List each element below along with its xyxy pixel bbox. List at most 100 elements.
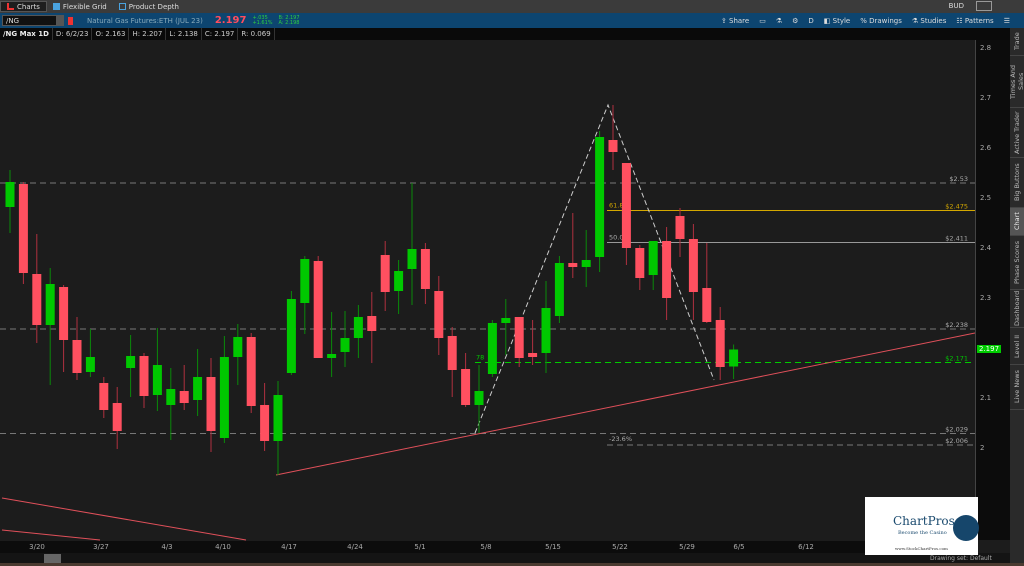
candle-body	[5, 182, 15, 207]
date-tick: 5/29	[679, 543, 695, 551]
logo-name: ChartPros	[893, 514, 955, 528]
candle-body	[621, 163, 631, 248]
candle-body	[340, 338, 350, 352]
candle-body	[434, 291, 444, 338]
scroll-thumb[interactable]	[44, 554, 61, 563]
candle-body	[487, 323, 497, 374]
candle-body	[72, 340, 82, 373]
candle-body	[595, 137, 605, 257]
candle-body	[273, 395, 283, 441]
candle-body	[126, 356, 136, 368]
candle-body	[474, 391, 484, 405]
candle-body	[233, 337, 243, 357]
menu-icon[interactable]: ☰	[1004, 17, 1010, 25]
date-tick: 4/10	[215, 543, 231, 551]
candle-body	[407, 249, 417, 269]
price-tick: 2	[980, 444, 985, 452]
side-tab-chart[interactable]: Chart	[1010, 208, 1024, 236]
price-tick: 2.3	[980, 294, 992, 302]
candle-body	[461, 369, 471, 405]
logo-chart-icon	[953, 515, 979, 541]
side-tab-times-and-sales[interactable]: Times And Sales	[1009, 56, 1024, 108]
level-label: $2.53	[949, 175, 968, 183]
candle-body	[662, 241, 672, 298]
chartpros-logo: ChartPros Become the Casino www.StockCha…	[865, 497, 979, 555]
chart-background	[0, 40, 975, 541]
side-tab-big-buttons[interactable]: Big Buttons	[1010, 158, 1024, 208]
candle-body	[152, 365, 162, 395]
date-tick: 6/12	[798, 543, 814, 551]
candle-body	[581, 260, 591, 267]
logo-url: www.StockChartPros.com	[895, 546, 948, 551]
date-tick: 4/3	[161, 543, 173, 551]
side-tab-trade[interactable]: Trade	[1010, 28, 1024, 56]
candle-body	[59, 287, 69, 340]
drawing-set[interactable]: Drawing set: Default	[930, 555, 992, 562]
candle-body	[139, 356, 149, 396]
candle-body	[608, 140, 618, 152]
date-tick: 3/27	[93, 543, 109, 551]
price-chart[interactable]: $2.53 $2.475 $2.411 $2.238 $2.171 $2.029 $2.00…	[0, 0, 975, 541]
level-label: $2.029	[945, 426, 968, 434]
candle-body	[715, 320, 725, 367]
candle-body	[394, 271, 404, 291]
candle-body	[420, 249, 430, 289]
candle-body	[206, 377, 216, 431]
candle-body	[648, 241, 658, 275]
candle-body	[219, 357, 229, 438]
level-label: $2.006	[945, 437, 968, 445]
side-tab-live-news[interactable]: Live News	[1010, 365, 1024, 410]
candle-body	[568, 263, 578, 267]
candle-body	[85, 357, 95, 372]
date-tick: 5/15	[545, 543, 561, 551]
price-tick: 2.6	[980, 144, 992, 152]
candle-body	[193, 377, 203, 400]
candle-body	[514, 317, 524, 358]
price-tick: 2.8	[980, 44, 992, 52]
candle-body	[327, 354, 337, 358]
price-tick: 2.1	[980, 394, 992, 402]
level-label: $2.411	[945, 235, 968, 243]
chart-scrollbar[interactable]	[0, 553, 1010, 563]
candle-body	[702, 288, 712, 322]
date-tick: 4/17	[281, 543, 297, 551]
date-axis[interactable]: 3/20 3/27 4/3 4/10 4/17 4/24 5/1 5/8 5/15 5/22 5/2…	[0, 541, 975, 553]
candle-body	[635, 248, 645, 278]
candle-body	[179, 391, 189, 403]
side-tab-level-ii[interactable]: Level II	[1010, 328, 1024, 365]
candle-body	[45, 284, 55, 325]
candle-body	[541, 308, 551, 353]
side-tab-active-trader[interactable]: Active Trader	[1010, 108, 1024, 158]
candle-body	[380, 255, 390, 292]
price-tick: 2.7	[980, 94, 992, 102]
window-box-icon[interactable]	[976, 1, 992, 11]
side-tab-phase-scores[interactable]: Phase Scores	[1010, 236, 1024, 290]
candle-body	[675, 216, 685, 239]
fib-label-f236: -23.6%	[609, 435, 632, 443]
date-tick: 5/1	[414, 543, 426, 551]
side-tab-dashboard[interactable]: Dashboard	[1010, 290, 1024, 328]
candle-body	[166, 389, 176, 405]
current-price-marker: 2.197	[977, 344, 1002, 353]
level-label: $2.171	[945, 355, 968, 363]
candle-body	[260, 405, 270, 441]
date-tick: 6/5	[733, 543, 745, 551]
candle-body	[32, 274, 42, 325]
candle-body	[300, 259, 310, 303]
date-tick: 4/24	[347, 543, 363, 551]
date-tick: 5/22	[612, 543, 628, 551]
candle-body	[18, 184, 28, 273]
candle-body	[99, 383, 109, 410]
fib-label-f78: 78	[476, 354, 484, 362]
candle-body	[554, 263, 564, 316]
level-label: $2.475	[945, 203, 968, 211]
price-tick: 2.4	[980, 244, 992, 252]
candle-body	[353, 317, 363, 338]
logo-tagline: Become the Casino	[898, 530, 947, 536]
price-axis[interactable]: 2.82.72.62.52.42.32.22.122.197	[975, 40, 1010, 540]
side-tab-strip: Trade Times And Sales Active Trader Big But…	[1009, 28, 1024, 566]
candle-body	[246, 337, 256, 406]
candle-body	[688, 239, 698, 292]
candle-body	[447, 336, 457, 370]
candle-body	[729, 349, 739, 367]
